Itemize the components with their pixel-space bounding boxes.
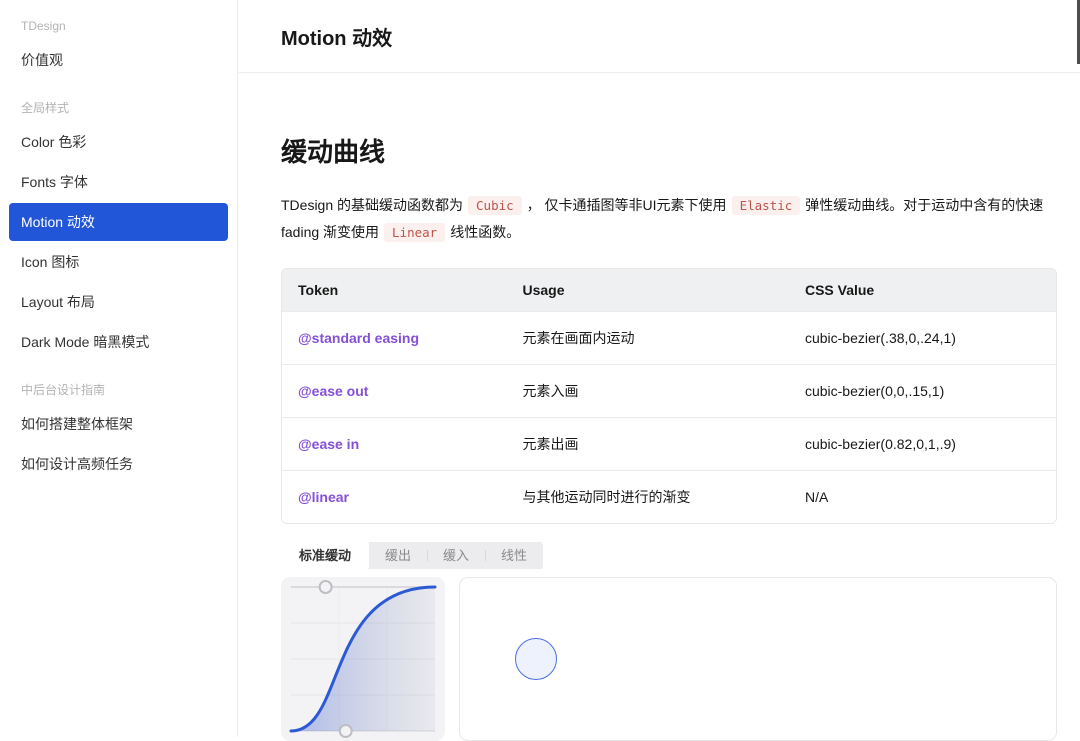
css-value-cell: N/A <box>789 471 1056 524</box>
token-cell: @linear <box>282 471 506 524</box>
sidebar-item-tasks[interactable]: 如何设计高频任务 <box>0 444 237 484</box>
curve-handle-bottom[interactable] <box>340 725 352 737</box>
sidebar-group-label: 全局样式 <box>0 94 237 122</box>
table-header-row: Token Usage CSS Value <box>282 269 1056 312</box>
token-cell: @ease out <box>282 365 506 418</box>
intro-paragraph: TDesign 的基础缓动函数都为 Cubic ， 仅卡通插图等非UI元素下使用 El… <box>281 192 1057 246</box>
sidebar: TDesign 价值观 全局样式 Color 色彩 Fonts 字体 Motio… <box>0 0 238 737</box>
sidebar-group-guide: 中后台设计指南 如何搭建整体框架 如何设计高频任务 <box>0 376 237 484</box>
motion-ball <box>515 638 557 680</box>
intro-text: TDesign 的基础缓动函数都为 <box>281 197 463 213</box>
page-header: Motion 动效 <box>239 0 1080 73</box>
curve-handle-top[interactable] <box>320 581 332 593</box>
sidebar-item-layout[interactable]: Layout 布局 <box>0 282 237 322</box>
css-value-cell: cubic-bezier(0.82,0,1,.9) <box>789 418 1056 471</box>
easing-curve-card <box>281 577 445 741</box>
easing-demo-tabs: 标准缓动 缓出 缓入 线性 <box>281 542 543 569</box>
content-area: 缓动曲线 TDesign 的基础缓动函数都为 Cubic ， 仅卡通插图等非UI元素… <box>239 132 1080 741</box>
sidebar-item-icon[interactable]: Icon 图标 <box>0 242 237 282</box>
table-row: @ease out 元素入画 cubic-bezier(0,0,.15,1) <box>282 365 1056 418</box>
tab-standard-easing[interactable]: 标准缓动 <box>281 542 369 569</box>
token-cell: @ease in <box>282 418 506 471</box>
token-cell: @standard easing <box>282 312 506 365</box>
column-header-token: Token <box>282 269 506 312</box>
usage-cell: 元素在画面内运动 <box>506 312 789 365</box>
easing-tokens-table: Token Usage CSS Value @standard easing 元… <box>281 268 1057 524</box>
sidebar-item-fonts[interactable]: Fonts 字体 <box>0 162 237 202</box>
sidebar-item-values[interactable]: 价值观 <box>0 40 237 80</box>
css-value-cell: cubic-bezier(.38,0,.24,1) <box>789 312 1056 365</box>
table-row: @linear 与其他运动同时进行的渐变 N/A <box>282 471 1056 524</box>
intro-text: ， 仅卡通插图等非UI元素下使用 <box>527 197 727 213</box>
table-row: @standard easing 元素在画面内运动 cubic-bezier(.… <box>282 312 1056 365</box>
sidebar-group-label: 中后台设计指南 <box>0 376 237 404</box>
sidebar-group-tdesign: TDesign 价值观 <box>0 12 237 80</box>
sidebar-group-label: TDesign <box>0 12 237 40</box>
column-header-usage: Usage <box>506 269 789 312</box>
code-tag-cubic: Cubic <box>468 196 522 215</box>
css-value-cell: cubic-bezier(0,0,.15,1) <box>789 365 1056 418</box>
sidebar-item-color[interactable]: Color 色彩 <box>0 122 237 162</box>
table-row: @ease in 元素出画 cubic-bezier(0.82,0,1,.9) <box>282 418 1056 471</box>
tab-ease-in[interactable]: 缓入 <box>427 542 485 569</box>
intro-text: 线性函数。 <box>450 224 520 240</box>
code-tag-linear: Linear <box>384 223 445 242</box>
motion-preview-card <box>459 577 1057 741</box>
section-title: 缓动曲线 <box>281 132 1057 169</box>
sidebar-item-motion[interactable]: Motion 动效 <box>9 203 228 241</box>
easing-demo-row <box>281 577 1057 741</box>
tab-ease-out[interactable]: 缓出 <box>369 542 427 569</box>
sidebar-group-global-styles: 全局样式 Color 色彩 Fonts 字体 Motion 动效 Icon 图标… <box>0 94 237 362</box>
code-tag-elastic: Elastic <box>732 196 801 215</box>
page-title: Motion 动效 <box>281 22 392 51</box>
usage-cell: 元素出画 <box>506 418 789 471</box>
main-content: Motion 动效 缓动曲线 TDesign 的基础缓动函数都为 Cubic ， 仅… <box>239 0 1080 737</box>
tab-linear[interactable]: 线性 <box>485 542 543 569</box>
usage-cell: 与其他运动同时进行的渐变 <box>506 471 789 524</box>
sidebar-item-framework[interactable]: 如何搭建整体框架 <box>0 404 237 444</box>
usage-cell: 元素入画 <box>506 365 789 418</box>
easing-curve-chart <box>281 577 445 741</box>
column-header-css-value: CSS Value <box>789 269 1056 312</box>
sidebar-item-dark-mode[interactable]: Dark Mode 暗黑模式 <box>0 322 237 362</box>
